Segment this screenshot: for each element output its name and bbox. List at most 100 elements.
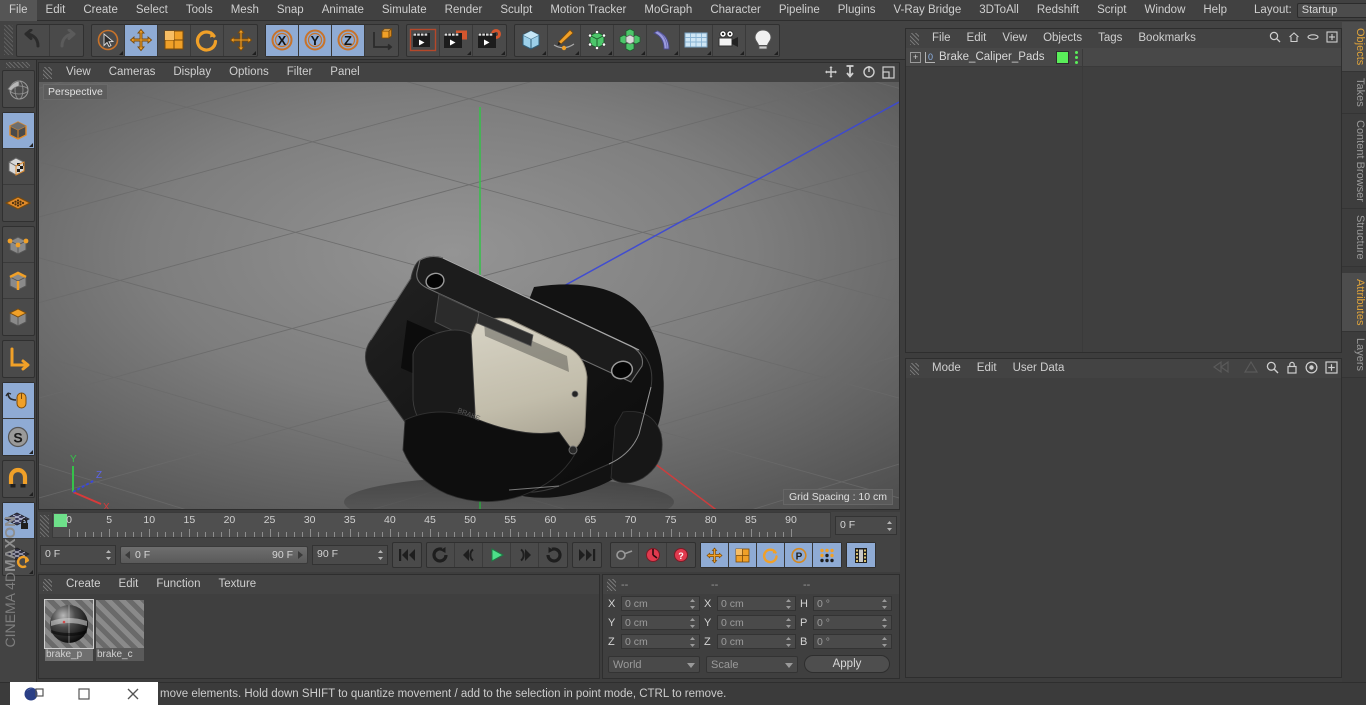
object-menu-item-objects[interactable]: Objects xyxy=(1035,29,1090,48)
polygon-mode-button[interactable] xyxy=(3,299,34,335)
home-icon[interactable] xyxy=(1288,31,1300,46)
tag-dots-icon[interactable] xyxy=(1075,50,1078,64)
x-axis-lock[interactable]: X xyxy=(266,24,299,56)
spinner-icon[interactable] xyxy=(377,549,384,561)
vertical-tab-takes[interactable]: Takes xyxy=(1342,72,1366,115)
spinner-icon[interactable] xyxy=(689,617,696,629)
material-item[interactable]: brake_p xyxy=(44,599,94,661)
undo-button[interactable] xyxy=(17,24,50,56)
menu-item-3dtoall[interactable]: 3DToAll xyxy=(970,0,1028,21)
play-forward-loop-button[interactable] xyxy=(539,543,567,567)
size-field[interactable]: 0 cm xyxy=(717,615,796,630)
menu-item-file[interactable]: File xyxy=(0,0,37,21)
add-cube-button[interactable] xyxy=(515,24,548,56)
menu-item-snap[interactable]: Snap xyxy=(268,0,313,21)
object-menu-item-bookmarks[interactable]: Bookmarks xyxy=(1130,29,1204,48)
add-mograph-button[interactable] xyxy=(614,24,647,56)
transform-mode-dropdown[interactable]: Scale xyxy=(706,655,798,673)
viewport-solo-button[interactable] xyxy=(2,383,34,419)
spinner-icon[interactable] xyxy=(689,598,696,610)
material-menu-item-edit[interactable]: Edit xyxy=(110,575,148,594)
add-camera-button[interactable] xyxy=(713,24,746,56)
enable-snap-button[interactable] xyxy=(3,461,34,497)
position-field[interactable]: 0 cm xyxy=(621,634,700,649)
enable-axis-modification-button[interactable] xyxy=(3,341,34,377)
menu-item-animate[interactable]: Animate xyxy=(313,0,373,21)
attribute-menu-item-user-data[interactable]: User Data xyxy=(1005,359,1073,378)
menu-item-mograph[interactable]: MoGraph xyxy=(635,0,701,21)
menu-item-render[interactable]: Render xyxy=(436,0,492,21)
y-axis-lock[interactable]: Y xyxy=(299,24,332,56)
viewport-menu-item-panel[interactable]: Panel xyxy=(321,63,368,82)
render-settings-button[interactable] xyxy=(473,25,506,56)
position-key-toggle[interactable] xyxy=(701,543,729,567)
viewport-grip[interactable] xyxy=(43,66,52,79)
model-mode-button[interactable] xyxy=(2,113,34,149)
object-menu-item-view[interactable]: View xyxy=(994,29,1035,48)
object-menu-item-tags[interactable]: Tags xyxy=(1090,29,1130,48)
attribute-menu-item-mode[interactable]: Mode xyxy=(924,359,969,378)
keyframe-selection-button[interactable]: ? xyxy=(667,543,695,567)
material-grip[interactable] xyxy=(43,578,52,591)
point-mode-button[interactable] xyxy=(2,227,34,263)
pan-icon[interactable] xyxy=(824,65,838,82)
history-forward-icon[interactable] xyxy=(1243,360,1259,377)
timeline-grip[interactable] xyxy=(40,515,49,537)
viewport-menu-item-options[interactable]: Options xyxy=(220,63,278,82)
preview-range-slider[interactable]: 0 F 90 F xyxy=(120,546,308,564)
redo-button[interactable] xyxy=(50,25,83,56)
material-preview[interactable] xyxy=(44,599,94,649)
material-menu-item-create[interactable]: Create xyxy=(57,575,110,594)
menu-item-sculpt[interactable]: Sculpt xyxy=(491,0,541,21)
current-frame-field[interactable]: 0 F xyxy=(835,516,897,535)
viewport-menu-item-cameras[interactable]: Cameras xyxy=(100,63,165,82)
move-tool[interactable] xyxy=(125,24,158,56)
menu-item-redshift[interactable]: Redshift xyxy=(1028,0,1088,21)
workplane-mode-button[interactable] xyxy=(3,185,34,221)
spinner-icon[interactable] xyxy=(881,598,888,610)
object-manager-grip[interactable] xyxy=(910,32,919,45)
material-item[interactable]: brake_c xyxy=(96,600,144,661)
viewport-3d-canvas[interactable]: BRAKE Perspective Grid Spacing : 10 cm Y… xyxy=(39,82,899,509)
viewport-menu-item-display[interactable]: Display xyxy=(164,63,220,82)
vertical-tab-layers[interactable]: Layers xyxy=(1342,332,1366,379)
play-button[interactable] xyxy=(483,543,511,567)
expand-toggle-icon[interactable]: + xyxy=(910,51,921,63)
coordinate-system-dropdown[interactable]: World xyxy=(608,655,700,673)
ellipse-icon[interactable] xyxy=(1307,31,1319,46)
zoom-icon[interactable] xyxy=(844,65,856,82)
menu-item-mesh[interactable]: Mesh xyxy=(222,0,268,21)
position-field[interactable]: 0 cm xyxy=(621,596,700,611)
soft-selection-button[interactable]: S xyxy=(2,419,34,455)
spinner-icon[interactable] xyxy=(881,617,888,629)
vertical-tab-content-browser[interactable]: Content Browser xyxy=(1342,114,1366,209)
toolbar-grip[interactable] xyxy=(4,25,13,55)
material-menu-item-texture[interactable]: Texture xyxy=(209,575,265,594)
size-field[interactable]: 0 cm xyxy=(717,596,796,611)
menu-item-select[interactable]: Select xyxy=(127,0,177,21)
texture-mode-button[interactable] xyxy=(2,149,34,185)
spinner-icon[interactable] xyxy=(105,549,112,561)
add-scene-object-button[interactable] xyxy=(680,24,713,56)
attribute-menu-item-edit[interactable]: Edit xyxy=(969,359,1005,378)
brake-caliper-model[interactable]: BRAKE xyxy=(39,82,899,509)
vertical-tab-attributes[interactable]: Attributes xyxy=(1342,272,1366,333)
scale-tool[interactable] xyxy=(158,24,191,56)
menu-item-simulate[interactable]: Simulate xyxy=(373,0,436,21)
object-row[interactable]: +0 Brake_Caliper_Pads xyxy=(906,48,1341,67)
attribute-manager-grip[interactable] xyxy=(910,362,919,375)
menu-item-edit[interactable]: Edit xyxy=(37,0,75,21)
vertical-tab-structure[interactable]: Structure xyxy=(1342,208,1366,267)
size-field[interactable]: 0 cm xyxy=(717,634,796,649)
spinner-icon[interactable] xyxy=(881,636,888,648)
menu-item-plugins[interactable]: Plugins xyxy=(829,0,885,21)
add-generator-button[interactable] xyxy=(581,24,614,56)
menu-item-v-ray-bridge[interactable]: V-Ray Bridge xyxy=(884,0,970,21)
minimize-icon[interactable] xyxy=(59,682,108,705)
orbit-icon[interactable] xyxy=(862,65,876,82)
dynamic-place-tool[interactable] xyxy=(224,25,257,56)
scale-key-toggle[interactable] xyxy=(729,543,757,567)
object-menu-item-file[interactable]: File xyxy=(924,29,959,48)
spinner-icon[interactable] xyxy=(785,636,792,648)
go-to-end-button[interactable] xyxy=(573,543,601,567)
